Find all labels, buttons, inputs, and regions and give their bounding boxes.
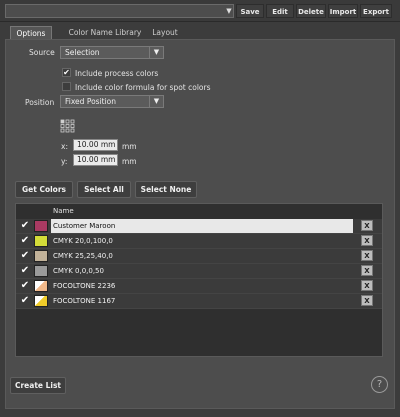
help-icon[interactable]: ? [371, 376, 388, 393]
color-name[interactable]: Customer Maroon [51, 219, 353, 233]
x-field[interactable]: 10.00 mm [73, 139, 118, 151]
export-button[interactable]: Export [360, 4, 392, 18]
color-name: CMYK 20,0,100,0 [53, 237, 113, 245]
y-unit: mm [122, 157, 137, 166]
table-row[interactable]: ✔ FOCOLTONE 1167 X [16, 294, 382, 309]
row-checkbox[interactable]: ✔ [19, 235, 31, 247]
row-checkbox[interactable]: ✔ [19, 265, 31, 277]
get-colors-button[interactable]: Get Colors [15, 181, 73, 198]
table-row[interactable]: ✔ FOCOLTONE 2236 X [16, 279, 382, 294]
source-value: Selection [65, 48, 100, 57]
include-formula-checkbox[interactable] [62, 82, 71, 91]
delete-row-button[interactable]: X [361, 235, 373, 246]
include-formula-label: Include color formula for spot colors [75, 83, 211, 92]
x-unit: mm [122, 142, 137, 151]
delete-row-button[interactable]: X [361, 250, 373, 261]
tab-layout[interactable]: Layout [150, 26, 180, 39]
color-name: FOCOLTONE 1167 [53, 297, 116, 305]
select-all-button[interactable]: Select All [77, 181, 131, 198]
include-process-checkbox[interactable]: ✔ [62, 68, 71, 77]
include-process-label: Include process colors [75, 69, 159, 78]
color-swatch [34, 250, 48, 262]
table-row[interactable]: ✔ CMYK 0,0,0,50 X [16, 264, 382, 279]
delete-row-button[interactable]: X [361, 295, 373, 306]
x-label: x: [61, 142, 68, 151]
chevron-down-icon[interactable]: ▼ [224, 4, 234, 18]
tab-options[interactable]: Options [10, 26, 52, 39]
delete-row-button[interactable]: X [361, 265, 373, 276]
row-checkbox[interactable]: ✔ [19, 295, 31, 307]
select-none-button[interactable]: Select None [135, 181, 197, 198]
save-button[interactable]: Save [236, 4, 264, 18]
tab-color-name-library[interactable]: Color Name Library [60, 26, 150, 39]
y-field[interactable]: 10.00 mm [73, 154, 118, 166]
y-label: y: [61, 157, 68, 166]
color-name: FOCOLTONE 2236 [53, 282, 116, 290]
name-column-header: Name [53, 207, 74, 215]
preset-select[interactable] [5, 4, 234, 18]
color-swatch [34, 295, 48, 307]
import-button[interactable]: Import [328, 4, 358, 18]
color-swatch [34, 220, 48, 232]
row-checkbox[interactable]: ✔ [19, 220, 31, 232]
anchor-grid-icon[interactable] [60, 119, 76, 133]
delete-row-button[interactable]: X [361, 280, 373, 291]
source-select[interactable]: Selection ▼ [60, 46, 164, 59]
row-checkbox[interactable]: ✔ [19, 280, 31, 292]
chevron-down-icon: ▼ [149, 96, 163, 107]
position-label: Position [25, 98, 55, 107]
color-swatch [34, 280, 48, 292]
source-label: Source [29, 48, 55, 57]
color-name: CMYK 0,0,0,50 [53, 267, 104, 275]
color-swatch [34, 265, 48, 277]
position-value: Fixed Position [65, 97, 117, 106]
edit-button[interactable]: Edit [266, 4, 294, 18]
table-header: Name [16, 204, 382, 218]
table-row[interactable]: ✔ Customer Maroon X [16, 219, 382, 234]
row-checkbox[interactable]: ✔ [19, 250, 31, 262]
delete-button[interactable]: Delete [296, 4, 326, 18]
chevron-down-icon: ▼ [149, 47, 163, 58]
position-select[interactable]: Fixed Position ▼ [60, 95, 164, 108]
delete-row-button[interactable]: X [361, 220, 373, 231]
create-list-button[interactable]: Create List [10, 377, 66, 394]
color-table: Name ✔ Customer Maroon X ✔ CMYK 20,0,100,0 X ✔… [15, 203, 383, 357]
color-name: CMYK 25,25,40,0 [53, 252, 113, 260]
table-row[interactable]: ✔ CMYK 25,25,40,0 X [16, 249, 382, 264]
color-swatch [34, 235, 48, 247]
table-row[interactable]: ✔ CMYK 20,0,100,0 X [16, 234, 382, 249]
